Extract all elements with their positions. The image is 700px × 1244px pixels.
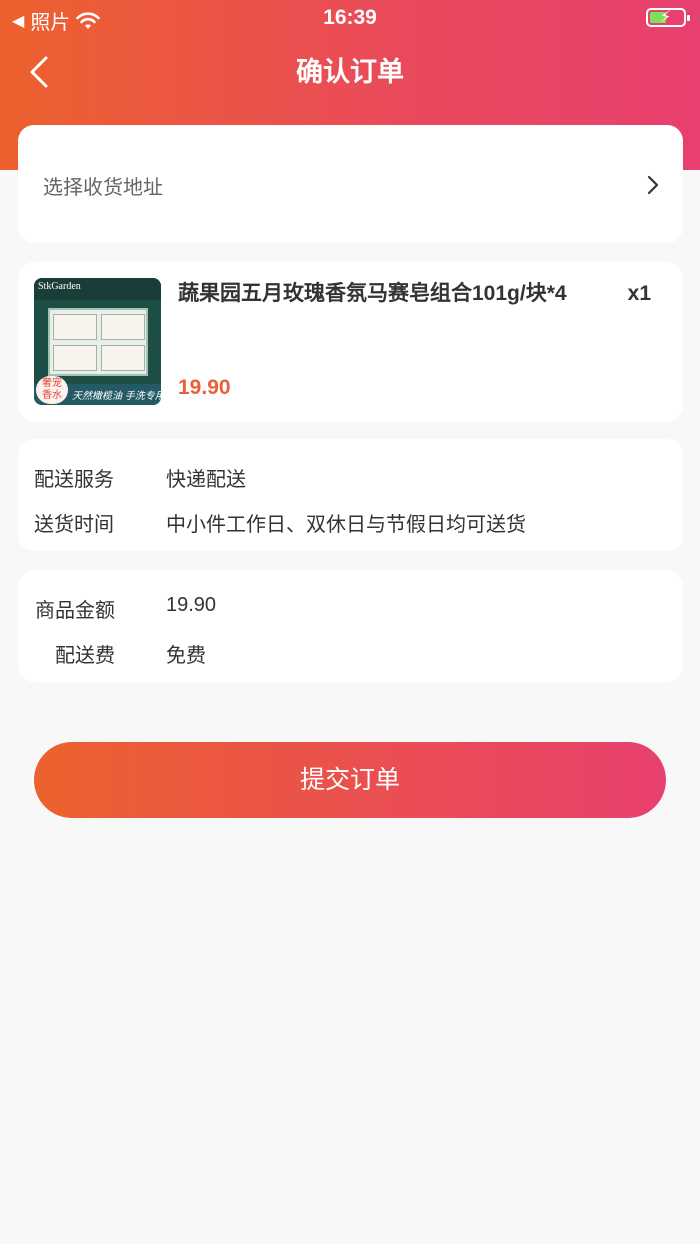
delivery-service-value: 快递配送: [166, 469, 246, 491]
product-name: 蔬果园五月玫瑰香氛马赛皂组合101g/块*4: [178, 282, 567, 305]
product-card: StkGarden 天然橄榄油 手洗专用 奢宠 香水 蔬果园五月玫瑰香氛马赛皂组…: [18, 262, 683, 422]
product-image-box: [48, 308, 148, 376]
product-quantity: x1: [627, 282, 651, 305]
product-image-header: StkGarden: [34, 278, 161, 300]
soap-bar: [53, 345, 97, 371]
delivery-service-label: 配送服务: [34, 469, 114, 491]
goods-amount-label: 商品金额: [35, 600, 115, 622]
battery-icon: ⚡: [646, 8, 690, 27]
status-time: 16:39: [323, 6, 377, 29]
product-image[interactable]: StkGarden 天然橄榄油 手洗专用 奢宠 香水: [34, 278, 161, 405]
product-image-banner-text: 天然橄榄油 手洗专用: [72, 391, 161, 402]
submit-order-button[interactable]: 提交订单: [34, 742, 666, 818]
charging-bolt-icon: ⚡: [660, 9, 672, 26]
product-image-badge-text: 奢宠 香水: [42, 378, 62, 401]
chevron-right-icon: [647, 175, 659, 195]
soap-bar: [101, 314, 145, 340]
address-selector[interactable]: 选择收货地址: [18, 125, 683, 243]
address-placeholder: 选择收货地址: [43, 177, 163, 199]
goods-amount-value: 19.90: [166, 594, 217, 616]
soap-bar: [53, 314, 97, 340]
amount-card: 商品金额 19.90 配送费 免费: [18, 570, 683, 682]
soap-bar: [101, 345, 145, 371]
shipping-fee-label: 配送费: [55, 645, 115, 667]
delivery-info-card: 配送服务 快递配送 送货时间 中小件工作日、双休日与节假日均可送货: [18, 439, 683, 551]
page-title: 确认订单: [296, 57, 404, 87]
delivery-time-value: 中小件工作日、双休日与节假日均可送货: [166, 514, 526, 536]
product-image-brand: StkGarden: [38, 281, 81, 292]
status-bar: ◀ 照片 16:39 ⚡: [0, 0, 700, 36]
product-image-badge: 奢宠 香水: [36, 376, 68, 404]
product-price: 19.90: [178, 376, 231, 399]
shipping-fee-value: 免费: [166, 645, 206, 667]
delivery-time-label: 送货时间: [34, 514, 114, 536]
